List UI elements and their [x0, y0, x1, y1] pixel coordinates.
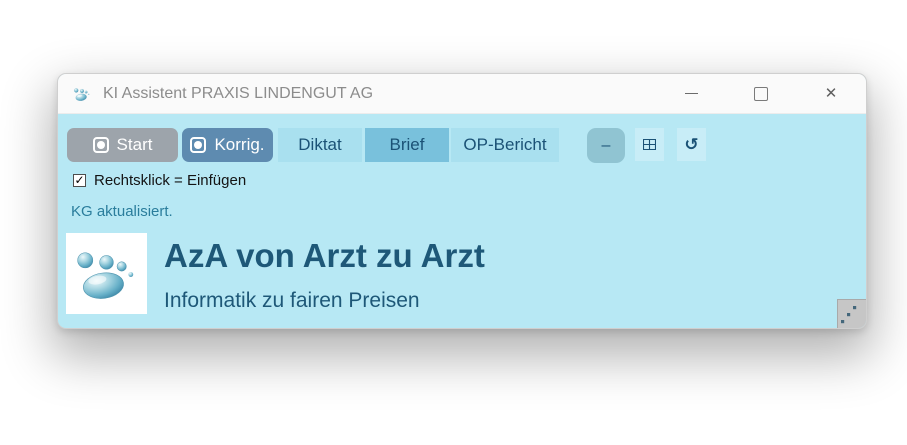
record-icon — [190, 137, 206, 153]
window-controls: ✕ — [656, 74, 866, 113]
grid-button[interactable] — [635, 128, 664, 161]
minimize-button[interactable] — [656, 74, 726, 113]
rightclick-option-row: ✓ Rechtsklick = Einfügen — [73, 172, 246, 189]
start-button-label: Start — [117, 135, 153, 155]
rightclick-checkbox[interactable]: ✓ — [73, 174, 86, 187]
brand-title: AzA von Arzt zu Arzt — [164, 237, 485, 275]
app-logo-icon — [71, 83, 93, 105]
resize-grip[interactable] — [837, 299, 866, 328]
close-button[interactable]: ✕ — [796, 74, 866, 113]
minimize-icon — [685, 93, 698, 94]
korrig-button[interactable]: Korrig. — [182, 128, 273, 162]
brand-subtitle: Informatik zu fairen Preisen — [164, 288, 420, 314]
minus-button-label: – — [602, 137, 611, 155]
grid-icon — [643, 138, 656, 151]
company-logo — [66, 233, 147, 314]
maximize-icon — [754, 87, 768, 101]
brief-button[interactable]: Brief — [365, 128, 449, 162]
close-icon: ✕ — [825, 86, 838, 101]
diktat-button-label: Diktat — [298, 135, 341, 155]
checkmark-icon: ✓ — [74, 174, 84, 186]
start-button[interactable]: Start — [67, 128, 178, 162]
refresh-button[interactable]: ↺ — [677, 128, 706, 161]
window-title: KI Assistent PRAXIS LINDENGUT AG — [103, 85, 373, 103]
titlebar[interactable]: KI Assistent PRAXIS LINDENGUT AG ✕ — [58, 74, 866, 114]
app-window: KI Assistent PRAXIS LINDENGUT AG ✕ Start… — [57, 73, 867, 329]
brief-button-label: Brief — [390, 135, 425, 155]
diktat-button[interactable]: Diktat — [278, 128, 362, 162]
korrig-button-label: Korrig. — [214, 135, 264, 155]
rightclick-checkbox-label: Rechtsklick = Einfügen — [94, 172, 246, 189]
minus-button[interactable]: – — [587, 128, 625, 163]
status-message: KG aktualisiert. — [71, 203, 173, 220]
refresh-icon: ↺ — [684, 135, 698, 155]
record-icon — [93, 137, 109, 153]
op-bericht-button[interactable]: OP-Bericht — [451, 128, 559, 162]
resize-grip-icon — [838, 300, 866, 328]
water-drops-logo-icon — [66, 233, 147, 314]
maximize-button[interactable] — [726, 74, 796, 113]
op-bericht-button-label: OP-Bericht — [463, 135, 546, 155]
